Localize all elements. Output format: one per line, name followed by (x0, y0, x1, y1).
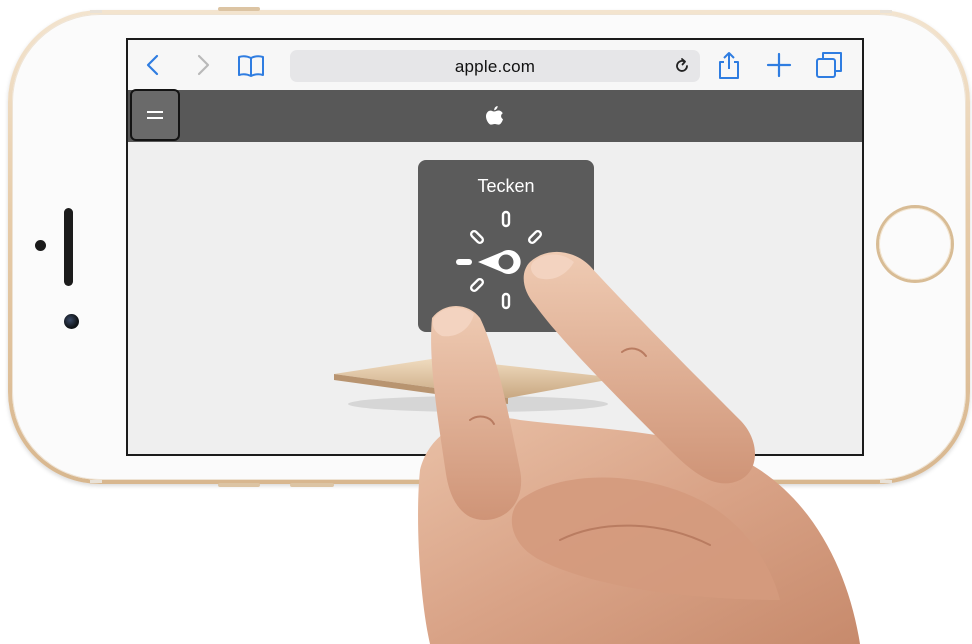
earpiece-speaker (64, 208, 73, 286)
reload-icon[interactable] (672, 56, 692, 76)
plus-icon[interactable] (764, 50, 794, 80)
volume-button (290, 483, 334, 487)
antenna-line (880, 480, 892, 483)
proximity-sensor (35, 240, 46, 251)
rotor-title: Tecken (477, 176, 535, 196)
site-navigation-bar (128, 89, 862, 142)
rotor-dial-icon[interactable] (442, 200, 570, 328)
screen: apple.com Tecken (126, 38, 864, 456)
url-field[interactable]: apple.com (290, 50, 700, 82)
front-camera (64, 314, 79, 329)
chevron-right-icon[interactable] (188, 50, 218, 80)
safari-toolbar: apple.com (128, 40, 862, 91)
volume-button (218, 7, 260, 11)
apple-logo-icon[interactable] (483, 104, 505, 130)
menu-button[interactable] (130, 89, 180, 141)
voiceover-rotor: Tecken (418, 160, 594, 332)
share-icon[interactable] (714, 50, 744, 80)
book-icon[interactable] (236, 50, 266, 80)
tabs-icon[interactable] (814, 50, 844, 80)
antenna-line (90, 480, 102, 483)
antenna-line (880, 10, 892, 13)
chevron-left-icon[interactable] (138, 50, 168, 80)
menu-icon (147, 111, 163, 119)
url-text: apple.com (454, 57, 536, 76)
laptop-image (334, 358, 618, 412)
volume-button (218, 483, 260, 487)
antenna-line (90, 10, 102, 13)
home-button[interactable] (879, 208, 951, 280)
